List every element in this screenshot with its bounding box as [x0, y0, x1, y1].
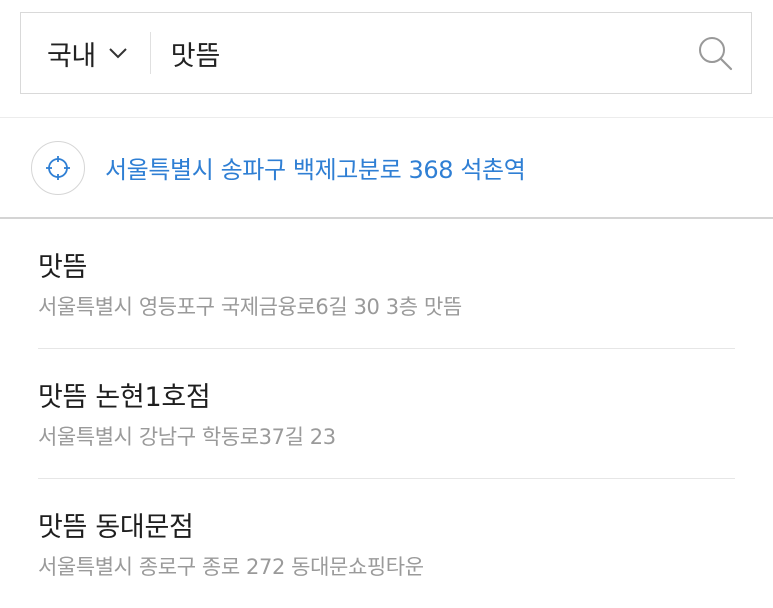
region-dropdown[interactable]: 국내	[21, 13, 150, 93]
search-input[interactable]	[150, 12, 695, 94]
region-label: 국내	[47, 40, 96, 72]
search-bar: 국내	[20, 12, 752, 94]
search-icon[interactable]	[695, 33, 735, 73]
result-item[interactable]: 맛뜸 동대문점 서울특별시 종로구 종로 272 동대문쇼핑타운	[0, 479, 773, 608]
current-location-row[interactable]: 서울특별시 송파구 백제고분로 368 석촌역	[0, 118, 773, 217]
result-item[interactable]: 맛뜸 논현1호점 서울특별시 강남구 학동로37길 23	[0, 349, 773, 478]
crosshair-icon	[31, 140, 85, 195]
result-item[interactable]: 맛뜸 서울특별시 영등포구 국제금융로6길 30 3층 맛뜸	[0, 219, 773, 348]
result-title: 맛뜸	[38, 252, 88, 283]
current-location-address: 서울특별시 송파구 백제고분로 368 석촌역	[105, 156, 526, 184]
result-address: 서울특별시 강남구 학동로37길 23	[38, 425, 336, 449]
result-address: 서울특별시 영등포구 국제금융로6길 30 3층 맛뜸	[38, 295, 462, 319]
result-title: 맛뜸 논현1호점	[38, 382, 211, 413]
chevron-down-icon	[108, 43, 128, 63]
search-results-list: 맛뜸 서울특별시 영등포구 국제금융로6길 30 3층 맛뜸 맛뜸 논현1호점 …	[0, 219, 773, 608]
result-title: 맛뜸 동대문점	[38, 512, 194, 543]
result-address: 서울특별시 종로구 종로 272 동대문쇼핑타운	[38, 555, 424, 579]
